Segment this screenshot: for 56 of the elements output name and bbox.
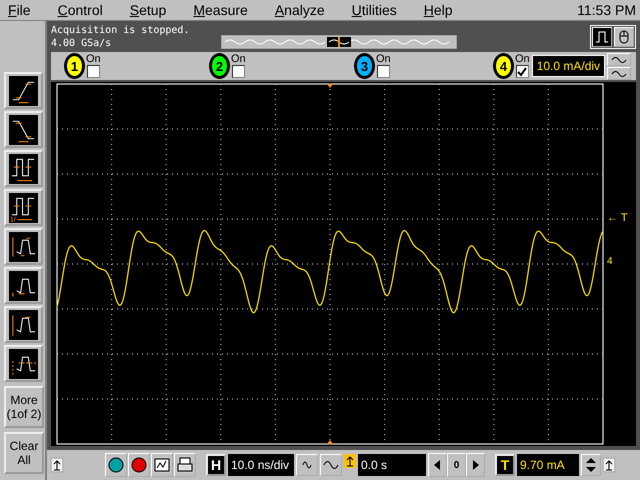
left-arrow-button[interactable] [428,453,447,477]
status-text: Acquisition is stopped. [51,24,190,36]
channel-number[interactable]: 3 [355,54,374,78]
right-arrow-button[interactable] [466,453,485,477]
channel-checkbox[interactable] [376,65,390,78]
zero-button[interactable]: 0 [447,453,466,477]
menu-item[interactable]: Analyze [274,2,325,18]
measurement-button[interactable] [4,228,43,265]
up-arrow-icon[interactable] [51,458,63,472]
fine-wave-icon[interactable] [296,454,318,476]
measurement-button[interactable] [4,267,43,304]
sample-rate: 4.00 GSa/s [51,36,112,50]
measurement-button[interactable] [4,345,43,382]
on-label: On [231,54,246,65]
wave-icon[interactable] [320,454,342,476]
trigger-level-field[interactable]: 9.70 mA [517,454,579,476]
menu-item[interactable]: Help [424,2,453,18]
menu-item[interactable]: Measure [193,2,248,18]
on-label: On [86,54,101,65]
channel-checkbox[interactable] [516,65,529,78]
channel-number[interactable]: 1 [65,54,84,78]
menu-item[interactable]: Setup [130,2,166,18]
mouse-icon[interactable] [614,26,634,46]
side-button[interactable]: Clear All [4,432,44,474]
pulse-icon[interactable] [592,26,612,46]
on-label: On [515,54,530,65]
channel-number[interactable]: 2 [210,54,229,78]
menu-item[interactable]: File [8,2,31,18]
dc-coupling-icon[interactable] [607,66,632,80]
scale-field[interactable]: 10.0 mA/div [532,55,606,77]
measurement-button[interactable] [4,306,43,343]
measurement-button[interactable] [4,111,43,148]
channel-checkbox[interactable] [232,65,245,78]
delay-field[interactable]: 0.0 s [358,454,426,476]
up-arrow-icon[interactable] [603,458,615,472]
up-arrow-icon[interactable] [344,454,356,468]
up-down-arrows-icon[interactable] [581,454,601,476]
print-icon[interactable] [174,453,196,477]
menu-item[interactable]: Control [58,2,103,18]
stop-button[interactable] [128,453,150,477]
run-button[interactable] [105,453,127,477]
trigger-label[interactable]: T [495,454,515,476]
clock: 11:53 PM [577,2,636,18]
menu-item[interactable]: Utilities [352,2,397,18]
ac-coupling-icon[interactable] [607,52,632,66]
ground-marker: 4 [607,256,613,267]
timebase-field[interactable]: 10.0 ns/div [228,454,294,476]
image-icon[interactable] [151,453,173,477]
channel-number[interactable]: 4 [494,54,513,78]
on-label: On [376,54,391,65]
measurement-button[interactable] [4,72,43,109]
measurement-button[interactable] [4,150,43,187]
side-button[interactable]: More (1of 2) [4,386,44,428]
trigger-marker: ← T [607,212,628,224]
channel-checkbox[interactable] [86,65,100,78]
horizontal-label[interactable]: H [206,454,226,476]
